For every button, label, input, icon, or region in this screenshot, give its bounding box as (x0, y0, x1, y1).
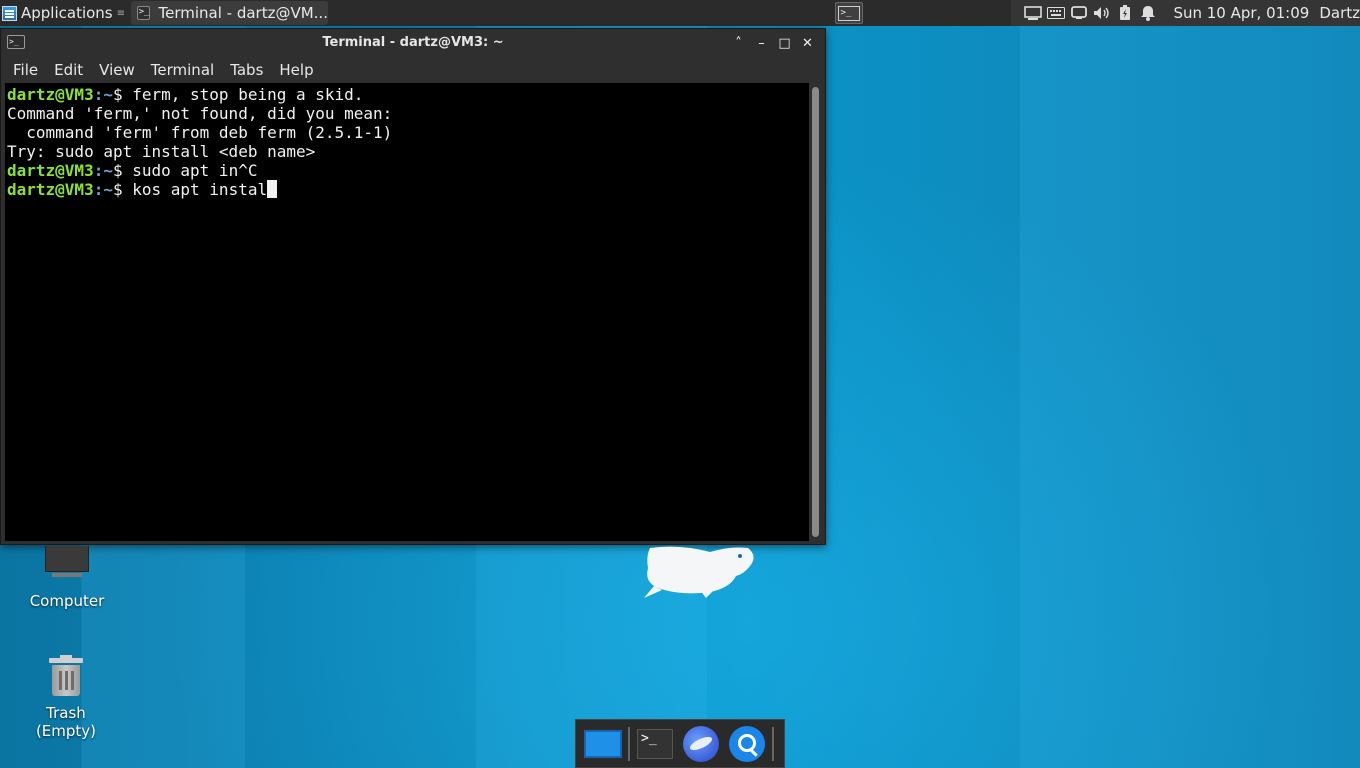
menu-file[interactable]: File (5, 57, 46, 83)
terminal-line: dartz@VM3:~$ ferm, stop being a skid. (7, 85, 807, 104)
output-text: Try: sudo apt install <deb name> (7, 142, 316, 161)
terminal-launcher-icon: >_ (838, 5, 861, 21)
window-titlebar[interactable]: >_ Terminal - dartz@VM3: ~ ˄ – □ ✕ (1, 29, 825, 57)
window-title: Terminal - dartz@VM3: ~ (322, 35, 504, 50)
computer-label: Computer (29, 592, 105, 610)
network-icon[interactable] (1024, 5, 1042, 21)
battery-icon[interactable] (1116, 5, 1134, 21)
terminal-window: >_ Terminal - dartz@VM3: ~ ˄ – □ ✕ File … (0, 28, 826, 545)
terminal-icon: >_ (637, 728, 673, 759)
system-tray: Sun 10 Apr, 01:09 Dartz (1011, 0, 1360, 26)
menu-bar: File Edit View Terminal Tabs Help (1, 57, 825, 83)
trash-icon (49, 655, 83, 698)
terminal-launcher-button[interactable]: >_ (835, 2, 864, 24)
notifications-icon[interactable] (1139, 5, 1157, 21)
prompt-path: :~ (93, 180, 113, 199)
prompt-user: dartz@VM3 (7, 85, 94, 104)
dock-web-browser[interactable] (678, 721, 724, 767)
trash-label: Trash (Empty) (35, 704, 97, 740)
prompt-symbol: $ (112, 180, 133, 199)
xfce-mouse-logo-icon (644, 546, 754, 598)
user-menu[interactable]: Dartz (1319, 4, 1360, 22)
terminal-scrollbar[interactable] (809, 83, 823, 541)
applications-menu-label: Applications (21, 4, 113, 22)
display-icon[interactable] (1070, 5, 1088, 21)
prompt-user: dartz@VM3 (7, 180, 94, 199)
command-text: ferm, stop being a skid. (132, 85, 364, 104)
close-button[interactable]: ✕ (796, 33, 819, 53)
output-text: Command 'ferm,' not found, did you mean: (7, 104, 393, 123)
menu-help[interactable]: Help (271, 57, 321, 83)
dock-terminal[interactable]: >_ (632, 721, 678, 767)
command-text: kos apt instal (132, 180, 268, 199)
dock-separator-end (772, 726, 774, 761)
prompt-path: :~ (93, 161, 113, 180)
keyboard-icon[interactable] (1046, 5, 1065, 21)
volume-icon[interactable] (1093, 5, 1111, 21)
top-panel: Applications ≡ >_ Terminal - dartz@VM...… (0, 0, 1360, 26)
bottom-dock: >_ (575, 719, 785, 768)
menu-edit[interactable]: Edit (46, 57, 91, 83)
minimize-button[interactable]: – (750, 33, 773, 53)
shade-button[interactable]: ˄ (727, 33, 750, 53)
text-cursor (267, 180, 278, 198)
terminal-line: dartz@VM3:~$ sudo apt in^C (7, 161, 807, 180)
dock-app-finder[interactable] (724, 721, 770, 767)
menu-tabs[interactable]: Tabs (222, 57, 271, 83)
terminal-line: Try: sudo apt install <deb name> (7, 142, 807, 161)
terminal-output[interactable]: dartz@VM3:~$ ferm, stop being a skid. Com… (5, 83, 809, 541)
output-text: command 'ferm' from deb ferm (2.5.1-1) (7, 123, 393, 142)
scrollbar-thumb[interactable] (812, 87, 819, 537)
maximize-button[interactable]: □ (773, 33, 796, 53)
terminal-line: Command 'ferm,' not found, did you mean: (7, 104, 807, 123)
dock-show-desktop[interactable] (580, 721, 626, 767)
desktop-icon-trash[interactable]: Trash (Empty) (11, 655, 121, 740)
computer-icon (45, 546, 89, 577)
dock-separator (628, 726, 630, 761)
prompt-symbol: $ (112, 161, 133, 180)
applications-menu[interactable]: Applications (0, 0, 117, 26)
prompt-symbol: $ (112, 85, 133, 104)
taskbar-window-button[interactable]: >_ Terminal - dartz@VM... (130, 1, 328, 25)
panel-clock[interactable]: Sun 10 Apr, 01:09 (1173, 4, 1309, 22)
prompt-path: :~ (93, 85, 113, 104)
taskbar-window-title: Terminal - dartz@VM... (158, 4, 328, 22)
prompt-user: dartz@VM3 (7, 161, 94, 180)
app-finder-icon (729, 725, 765, 762)
terminal-line: dartz@VM3:~$ kos apt instal (7, 180, 807, 199)
command-text: sudo apt in^C (132, 161, 258, 180)
desktop-icon-computer[interactable]: Computer (12, 546, 122, 610)
applications-menu-icon (2, 5, 17, 21)
terminal-icon: >_ (136, 6, 151, 20)
window-controls: ˄ – □ ✕ (727, 33, 819, 53)
show-desktop-icon (584, 729, 622, 758)
terminal-line: command 'ferm' from deb ferm (2.5.1-1) (7, 123, 807, 142)
panel-separator: ≡ (116, 7, 126, 19)
menu-terminal[interactable]: Terminal (143, 57, 222, 83)
menu-view[interactable]: View (91, 57, 143, 83)
web-browser-icon (683, 725, 719, 762)
